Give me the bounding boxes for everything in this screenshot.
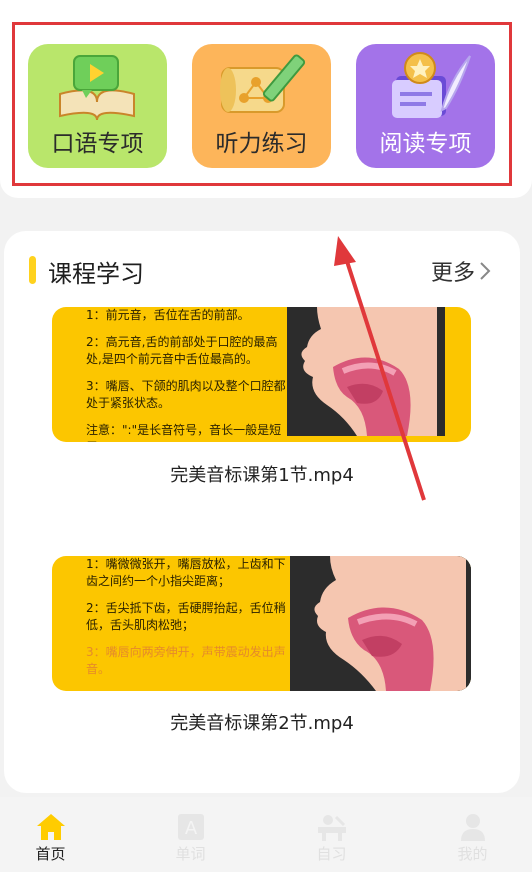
nav-label-home: 首页: [35, 845, 66, 863]
book-video-icon: [59, 55, 135, 121]
course-section: 课程学习 更多 1：前元音，舌位在舌的前部。 2：高元音,舌的前部处于口腔的最高…: [4, 231, 520, 793]
more-link-label: 更多: [431, 261, 476, 286]
desk-study-icon: [317, 815, 346, 841]
feature-card: 口语专项 听力练习 阅读专项: [0, 0, 532, 198]
person-icon: [460, 814, 485, 841]
nav-item-study[interactable]: 自习: [265, 797, 398, 872]
video-notes: 1：嘴微微张开，嘴唇放松，上齿和下齿之间约一个小指尖距离； 2：舌尖抵下齿，舌硬…: [86, 556, 286, 688]
letter-a-icon: A: [177, 814, 204, 840]
scroll-pencil-icon: [220, 54, 306, 113]
listening-practice-label: 听力练习: [215, 131, 308, 157]
course-video-thumbnail-1[interactable]: 1：前元音，舌位在舌的前部。 2：高元音,舌的前部处于口腔的最高处,是四个前元音…: [52, 307, 471, 442]
chevron-right-icon: [480, 262, 491, 280]
listening-practice-tile[interactable]: 听力练习: [192, 44, 331, 168]
nav-item-home[interactable]: 首页: [0, 797, 117, 872]
video-caption-2[interactable]: 完美音标课第2节.mp4: [4, 709, 520, 735]
note-line: 注意：":"是长音符号，音长一般是短元: [86, 423, 282, 442]
nav-label-words: 单词: [175, 845, 206, 863]
note-line: 2：高元音,舌的前部处于口腔的最高处,是四个前元音中舌位最高的。: [86, 335, 278, 366]
reading-practice-label: 阅读专项: [379, 131, 472, 157]
nav-label-mine: 我的: [457, 845, 488, 863]
note-line: 3：嘴唇向两旁伸开，声带震动发出声音。: [86, 645, 286, 676]
speaking-practice-label: 口语专项: [51, 131, 144, 157]
nav-item-words[interactable]: A 单词: [124, 797, 257, 872]
nav-label-study: 自习: [316, 845, 347, 863]
medal-feather-icon: [392, 52, 471, 118]
svg-text:A: A: [184, 818, 197, 839]
home-icon: [36, 814, 65, 840]
nav-item-mine[interactable]: 我的: [406, 797, 532, 872]
video-caption-1[interactable]: 完美音标课第1节.mp4: [4, 461, 520, 487]
video-notes: 1：前元音，舌位在舌的前部。 2：高元音,舌的前部处于口腔的最高处,是四个前元音…: [86, 307, 286, 442]
more-link[interactable]: 更多: [431, 255, 491, 287]
note-line: 3：嘴唇、下颌的肌肉以及整个口腔都处于紧张状态。: [86, 379, 286, 410]
note-line: 1：前元音，舌位在舌的前部。: [86, 308, 250, 322]
section-title: 课程学习: [48, 260, 144, 288]
note-line: 1：嘴微微张开，嘴唇放松，上齿和下齿之间约一个小指尖距离；: [86, 557, 286, 588]
mouth-diagram-image: [290, 556, 471, 691]
mouth-diagram-image: [287, 307, 445, 436]
reading-practice-tile[interactable]: 阅读专项: [356, 44, 495, 168]
bottom-navigation: 首页 A 单词 自习 我的: [0, 797, 532, 872]
section-accent-bar: [29, 256, 36, 284]
speaking-practice-tile[interactable]: 口语专项: [28, 44, 167, 168]
note-line: 2：舌尖抵下齿，舌硬腭抬起，舌位稍低，舌头肌肉松弛；: [86, 601, 286, 632]
course-video-thumbnail-2[interactable]: 1：嘴微微张开，嘴唇放松，上齿和下齿之间约一个小指尖距离； 2：舌尖抵下齿，舌硬…: [52, 556, 471, 691]
